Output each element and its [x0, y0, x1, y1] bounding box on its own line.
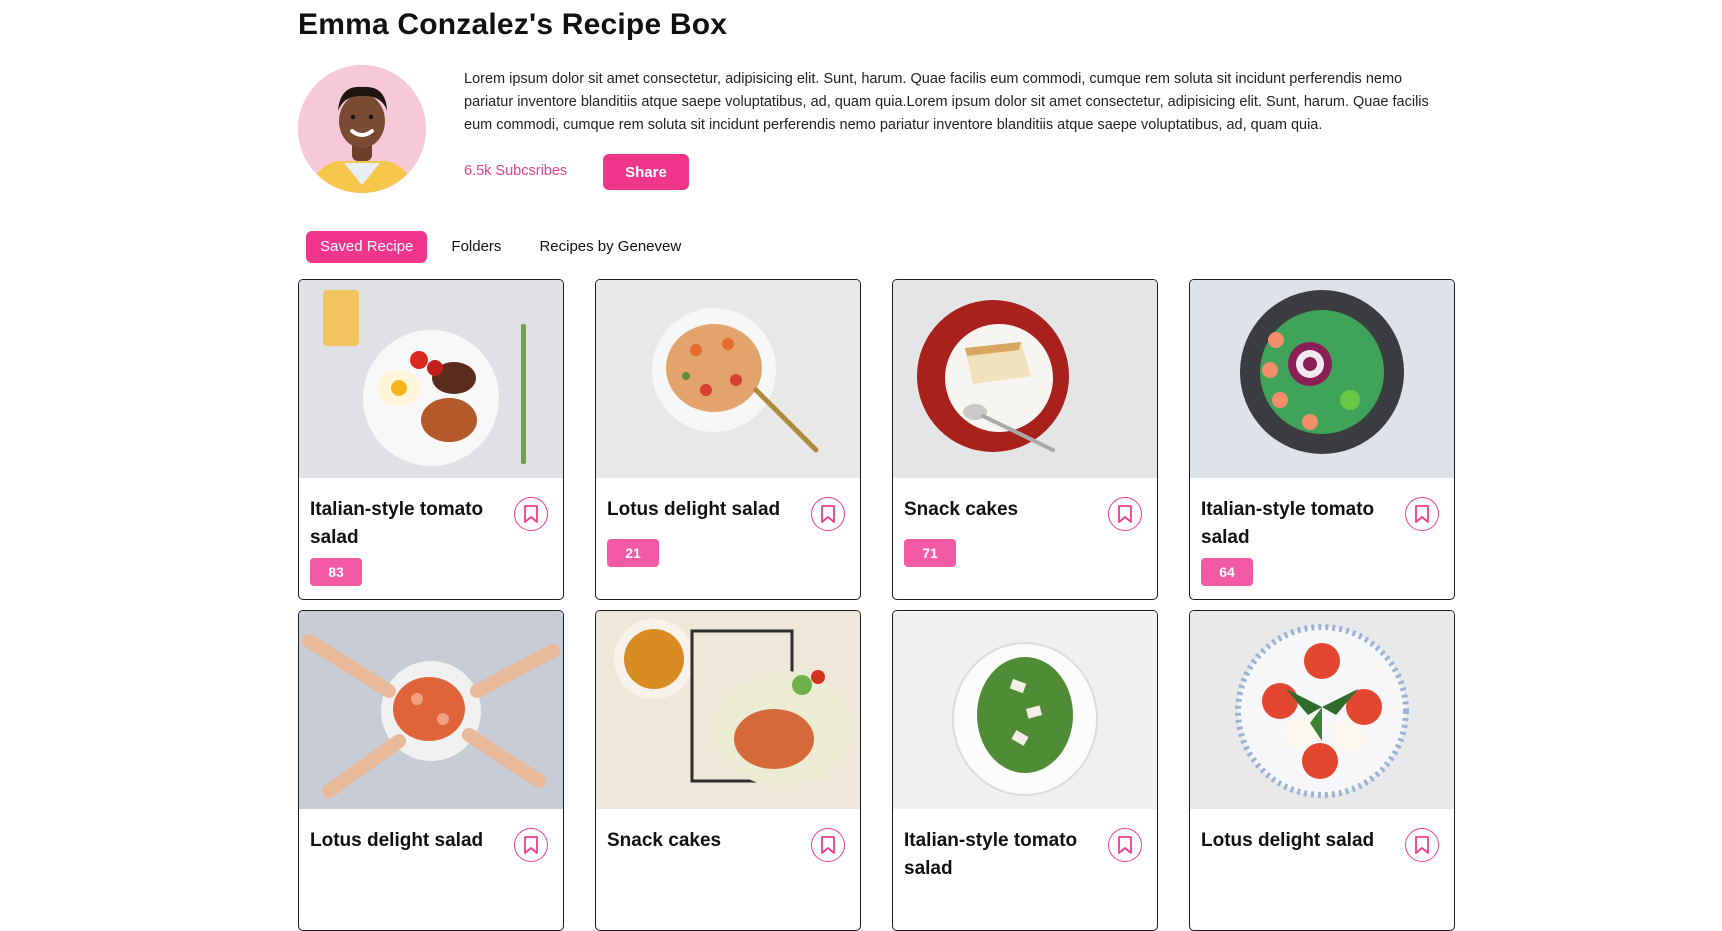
recipe-image: [893, 280, 1157, 478]
recipe-card[interactable]: Snack cakes 71: [892, 279, 1158, 600]
subscriber-count: 6.5k Subcsribes: [464, 163, 568, 179]
recipe-count-badge: 71: [904, 539, 956, 567]
bookmark-icon: [1118, 505, 1132, 523]
bookmark-icon: [1415, 505, 1429, 523]
recipe-image: [596, 611, 860, 809]
bookmark-icon: [524, 836, 538, 854]
recipe-image: [596, 280, 860, 478]
recipe-tabs: Saved Recipe Folders Recipes by Genevew: [306, 231, 705, 263]
recipe-card[interactable]: Snack cakes: [595, 610, 861, 931]
share-button[interactable]: Share: [603, 154, 689, 190]
recipe-title[interactable]: Snack cakes: [904, 496, 1084, 524]
recipe-image: [299, 280, 563, 478]
tab-recipes-by-genevew[interactable]: Recipes by Genevew: [525, 231, 695, 263]
recipe-image: [1190, 611, 1454, 809]
recipe-title[interactable]: Lotus delight salad: [607, 496, 787, 524]
bookmark-icon: [821, 836, 835, 854]
recipe-grid: Italian-style tomato salad 83 Lotus deli…: [298, 279, 1458, 931]
bookmark-icon: [821, 505, 835, 523]
recipe-image: [1190, 280, 1454, 478]
recipe-title[interactable]: Italian-style tomato salad: [310, 496, 490, 552]
bookmark-button[interactable]: [1405, 828, 1439, 862]
recipe-title[interactable]: Snack cakes: [607, 827, 787, 855]
bookmark-icon: [1118, 836, 1132, 854]
bookmark-button[interactable]: [514, 828, 548, 862]
tab-folders[interactable]: Folders: [437, 231, 515, 263]
page-title: Emma Conzalez's Recipe Box: [298, 8, 728, 41]
recipe-image: [893, 611, 1157, 809]
recipe-card[interactable]: Italian-style tomato salad 64: [1189, 279, 1455, 600]
recipe-card[interactable]: Italian-style tomato salad: [892, 610, 1158, 931]
recipe-title[interactable]: Lotus delight salad: [1201, 827, 1381, 855]
recipe-title[interactable]: Italian-style tomato salad: [904, 827, 1084, 883]
recipe-count-badge: 21: [607, 539, 659, 567]
profile-bio: Lorem ipsum dolor sit amet consectetur, …: [464, 71, 1429, 133]
bookmark-button[interactable]: [1108, 497, 1142, 531]
recipe-image: [299, 611, 563, 809]
bookmark-button[interactable]: [514, 497, 548, 531]
recipe-title[interactable]: Italian-style tomato salad: [1201, 496, 1381, 552]
bookmark-button[interactable]: [811, 828, 845, 862]
bookmark-button[interactable]: [811, 497, 845, 531]
recipe-card[interactable]: Lotus delight salad: [1189, 610, 1455, 931]
tab-saved-recipe[interactable]: Saved Recipe: [306, 231, 428, 263]
bookmark-icon: [1415, 836, 1429, 854]
recipe-count-badge: 64: [1201, 558, 1253, 586]
recipe-card[interactable]: Italian-style tomato salad 83: [298, 279, 564, 600]
bookmark-icon: [524, 505, 538, 523]
recipe-card[interactable]: Lotus delight salad 21: [595, 279, 861, 600]
avatar: [298, 65, 426, 193]
recipe-title[interactable]: Lotus delight salad: [310, 827, 490, 855]
bookmark-button[interactable]: [1405, 497, 1439, 531]
recipe-card[interactable]: Lotus delight salad: [298, 610, 564, 931]
recipe-count-badge: 83: [310, 558, 362, 586]
bookmark-button[interactable]: [1108, 828, 1142, 862]
